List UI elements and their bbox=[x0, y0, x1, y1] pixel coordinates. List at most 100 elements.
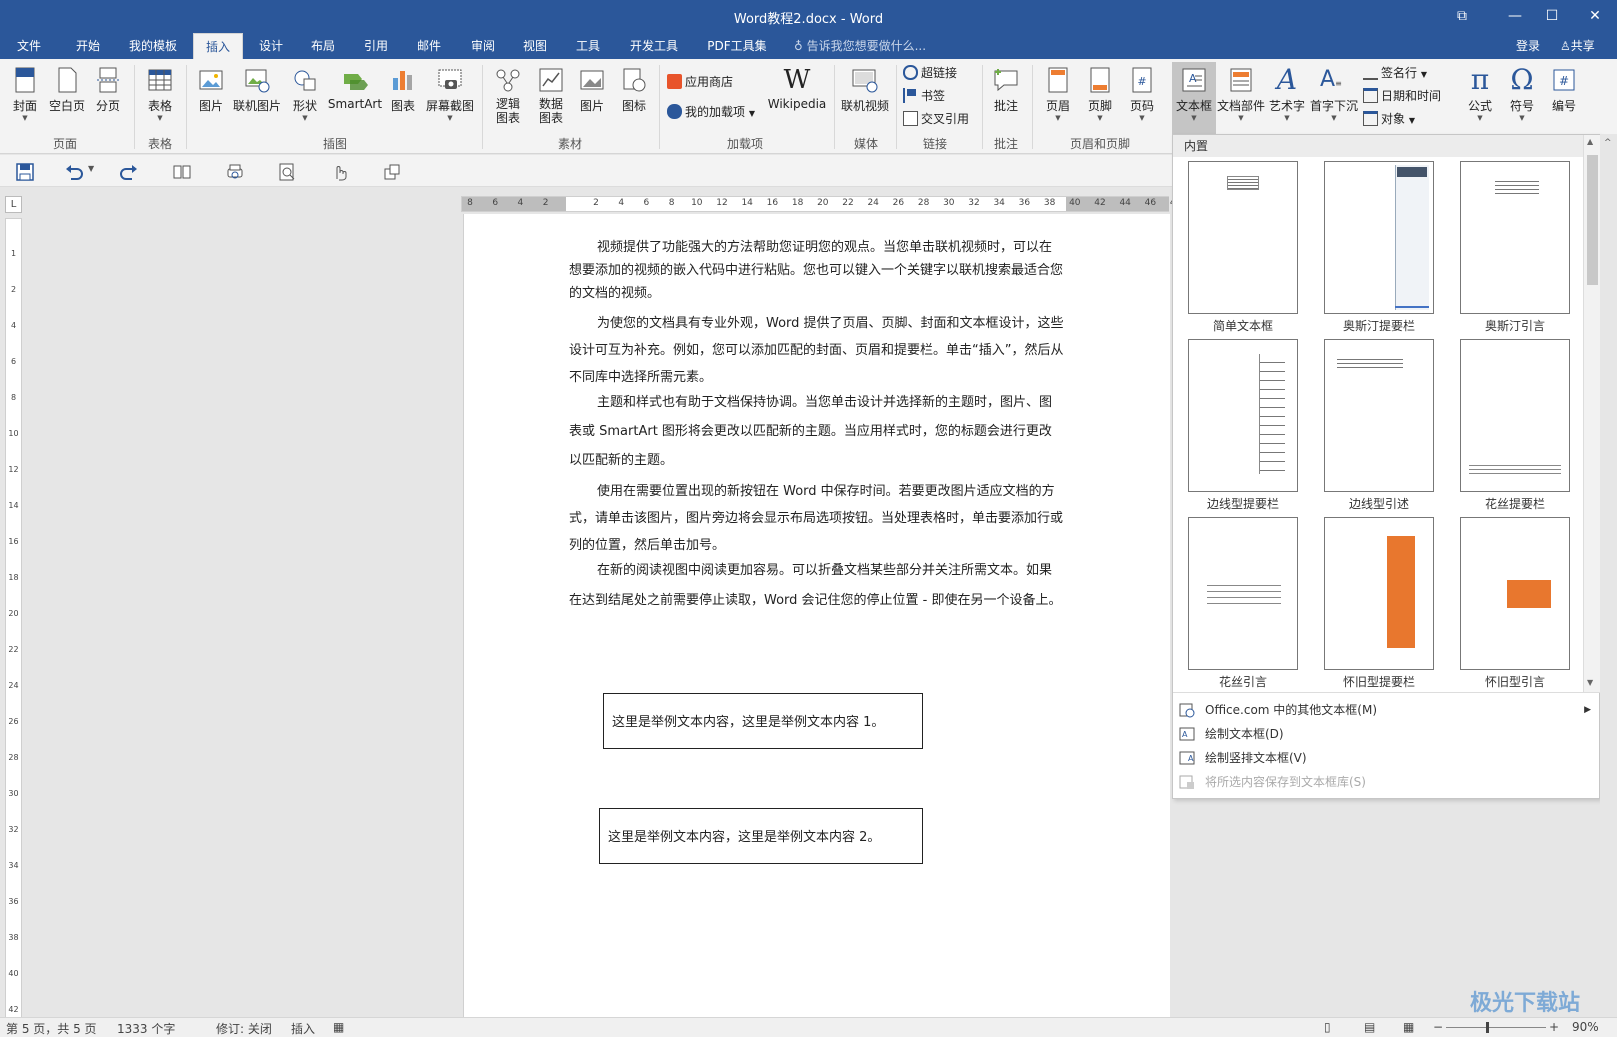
word-count[interactable]: 1333 个字 bbox=[117, 1020, 175, 1037]
touch-mode-icon[interactable] bbox=[329, 161, 351, 183]
undo-dropdown-icon[interactable]: ▼ bbox=[88, 164, 94, 173]
tab-developer[interactable]: 开发工具 bbox=[622, 33, 686, 59]
track-changes-status[interactable]: 修订: 关闭 bbox=[216, 1020, 272, 1037]
wordart-button[interactable]: A 艺术字 ▼ bbox=[1267, 62, 1307, 136]
tab-view[interactable]: 视图 bbox=[514, 33, 556, 59]
tab-home[interactable]: 开始 bbox=[66, 33, 110, 59]
cross-reference-button[interactable]: 交叉引用 bbox=[903, 108, 969, 130]
zoom-in-button[interactable]: + bbox=[1549, 1020, 1559, 1034]
paragraph-1[interactable]: 视频提供了功能强大的方法帮助您证明您的观点。当您单击联机视频时，可以在想要添加的… bbox=[569, 236, 1064, 305]
scroll-up-icon[interactable]: ^ bbox=[1604, 138, 1612, 148]
share-button[interactable]: ♙共享 bbox=[1560, 33, 1595, 59]
gallery-scrollbar[interactable]: ▲ ▼ bbox=[1583, 135, 1600, 692]
symbol-button[interactable]: Ω 符号 ▼ bbox=[1504, 62, 1540, 136]
read-mode-icon[interactable]: ▯ bbox=[1324, 1020, 1331, 1034]
text-box-1[interactable]: 这里是举例文本内容，这里是举例文本内容 1。 bbox=[603, 693, 923, 749]
cover-page-button[interactable]: 封面 ▼ bbox=[8, 62, 42, 136]
tab-references[interactable]: 引用 bbox=[355, 33, 397, 59]
document-scrollbar[interactable]: ^ bbox=[1600, 134, 1617, 1017]
tab-tools[interactable]: 工具 bbox=[567, 33, 609, 59]
gallery-item-simple-textbox[interactable] bbox=[1188, 161, 1298, 314]
tab-layout[interactable]: 布局 bbox=[302, 33, 344, 59]
gallery-item-banded-quote[interactable] bbox=[1324, 339, 1434, 492]
zoom-level[interactable]: 90% bbox=[1572, 1020, 1599, 1034]
tab-file[interactable]: 文件 bbox=[8, 33, 50, 59]
bookmark-button[interactable]: 书签 bbox=[903, 85, 945, 107]
save-icon[interactable] bbox=[14, 161, 36, 183]
tab-insert[interactable]: 插入 bbox=[193, 33, 243, 59]
equation-button[interactable]: π 公式 ▼ bbox=[1462, 62, 1498, 136]
material-picture-button[interactable]: 图片 bbox=[575, 62, 609, 136]
tab-my-templates[interactable]: 我的模板 bbox=[122, 33, 184, 59]
data-chart-button[interactable]: 数据 图表 bbox=[533, 62, 569, 136]
scroll-down-icon[interactable]: ▼ bbox=[1587, 678, 1593, 687]
two-pages-icon[interactable] bbox=[171, 161, 193, 183]
shapes-button[interactable]: 形状 ▼ bbox=[288, 62, 322, 136]
minimize-button[interactable]: — bbox=[1497, 4, 1533, 28]
page-number-button[interactable]: # 页码 ▼ bbox=[1124, 62, 1160, 136]
wikipedia-button[interactable]: W Wikipedia bbox=[766, 62, 828, 136]
gallery-item-retro-sidebar[interactable] bbox=[1324, 517, 1434, 670]
menu-more-textboxes-office[interactable]: Office.com 中的其他文本框(M) ▶ bbox=[1173, 698, 1599, 722]
header-button[interactable]: 页眉 ▼ bbox=[1040, 62, 1076, 136]
vertical-ruler[interactable]: 1 2 4 6 8 10 12 14 16 18 20 22 24 26 28 30 32 34 36 38 40 42 bbox=[5, 218, 22, 1018]
textbox-button[interactable]: A 文本框 ▼ bbox=[1172, 62, 1216, 134]
print-preview-icon[interactable] bbox=[224, 161, 246, 183]
page-count[interactable]: 第 5 页，共 5 页 bbox=[6, 1020, 97, 1037]
icon-button[interactable]: 图标 bbox=[617, 62, 651, 136]
paragraph-3[interactable]: 主题和样式也有助于文档保持协调。当您单击设计并选择新的主题时，图片、图表或 Sm… bbox=[569, 388, 1064, 475]
menu-draw-textbox[interactable]: A 绘制文本框(D) bbox=[1173, 722, 1599, 746]
date-time-button[interactable]: 日期和时间 bbox=[1363, 85, 1441, 107]
signature-line-button[interactable]: 签名行 ▼ bbox=[1363, 62, 1427, 84]
undo-icon[interactable] bbox=[63, 161, 85, 183]
tell-me-search[interactable]: ♁ 告诉我您想要做什么... bbox=[794, 33, 926, 59]
paragraph-4[interactable]: 使用在需要位置出现的新按钮在 Word 中保存时间。若要更改图片适应文档的方式，… bbox=[569, 478, 1064, 559]
paragraph-2[interactable]: 为使您的文档具有专业外观，Word 提供了页眉、页脚、封面和文本框设计，这些设计… bbox=[569, 310, 1064, 391]
gallery-item-austin-sidebar[interactable] bbox=[1324, 161, 1434, 314]
tab-mailings[interactable]: 邮件 bbox=[408, 33, 450, 59]
footer-button[interactable]: 页脚 ▼ bbox=[1082, 62, 1118, 136]
ribbon-display-icon[interactable]: ⧉ bbox=[1444, 4, 1480, 28]
logic-chart-button[interactable]: 逻辑 图表 bbox=[490, 62, 526, 136]
zoom-page-icon[interactable] bbox=[276, 161, 298, 183]
maximize-button[interactable]: ☐ bbox=[1534, 4, 1570, 28]
login-link[interactable]: 登录 bbox=[1516, 33, 1540, 59]
close-button[interactable]: ✕ bbox=[1577, 4, 1613, 28]
redo-icon[interactable] bbox=[118, 161, 140, 183]
gallery-item-banded-sidebar[interactable] bbox=[1188, 339, 1298, 492]
quick-parts-button[interactable]: 文档部件 ▼ bbox=[1217, 62, 1265, 136]
screenshot-button[interactable]: 屏幕截图 ▼ bbox=[424, 62, 476, 136]
paragraph-5[interactable]: 在新的阅读视图中阅读更加容易。可以折叠文档某些部分并关注所需文本。如果在达到结尾… bbox=[569, 556, 1064, 616]
my-addins-button[interactable]: 我的加载项 ▼ bbox=[667, 101, 755, 123]
gallery-item-filigree-sidebar[interactable] bbox=[1460, 339, 1570, 492]
zoom-slider[interactable] bbox=[1446, 1027, 1546, 1028]
zoom-slider-thumb[interactable] bbox=[1486, 1022, 1489, 1033]
tab-pdf-tools[interactable]: PDF工具集 bbox=[700, 33, 774, 59]
drop-cap-button[interactable]: A≡ 首字下沉 ▼ bbox=[1310, 62, 1358, 136]
gallery-item-filigree-quote[interactable] bbox=[1188, 517, 1298, 670]
table-button[interactable]: 表格 ▼ bbox=[142, 62, 178, 136]
gallery-item-retro-quote[interactable] bbox=[1460, 517, 1570, 670]
online-picture-button[interactable]: 联机图片 bbox=[232, 62, 282, 136]
page-break-button[interactable]: 分页 bbox=[92, 62, 124, 136]
menu-draw-vertical-textbox[interactable]: A 绘制竖排文本框(V) bbox=[1173, 746, 1599, 770]
blank-page-button[interactable]: 空白页 bbox=[46, 62, 88, 136]
scroll-thumb[interactable] bbox=[1587, 155, 1598, 285]
gallery-item-austin-quote[interactable] bbox=[1460, 161, 1570, 314]
text-box-2[interactable]: 这里是举例文本内容，这里是举例文本内容 2。 bbox=[599, 808, 923, 864]
numbering-button[interactable]: # 编号 bbox=[1546, 62, 1582, 136]
web-layout-icon[interactable]: ▦ bbox=[1403, 1020, 1414, 1034]
chart-button[interactable]: 图表 bbox=[388, 62, 418, 136]
tab-review[interactable]: 审阅 bbox=[462, 33, 504, 59]
tab-design[interactable]: 设计 bbox=[250, 33, 292, 59]
macro-icon[interactable]: ▦ bbox=[333, 1020, 344, 1034]
zoom-out-button[interactable]: − bbox=[1433, 1020, 1443, 1034]
object-button[interactable]: 对象 ▼ bbox=[1363, 108, 1415, 130]
print-layout-icon[interactable]: ▤ bbox=[1364, 1020, 1375, 1034]
insert-mode-status[interactable]: 插入 bbox=[291, 1020, 315, 1037]
store-button[interactable]: 应用商店 bbox=[667, 71, 733, 93]
scroll-up-icon[interactable]: ▲ bbox=[1587, 137, 1593, 146]
hyperlink-button[interactable]: 超链接 bbox=[903, 62, 957, 84]
picture-button[interactable]: 图片 bbox=[194, 62, 228, 136]
customize-qat-icon[interactable] bbox=[381, 161, 403, 183]
